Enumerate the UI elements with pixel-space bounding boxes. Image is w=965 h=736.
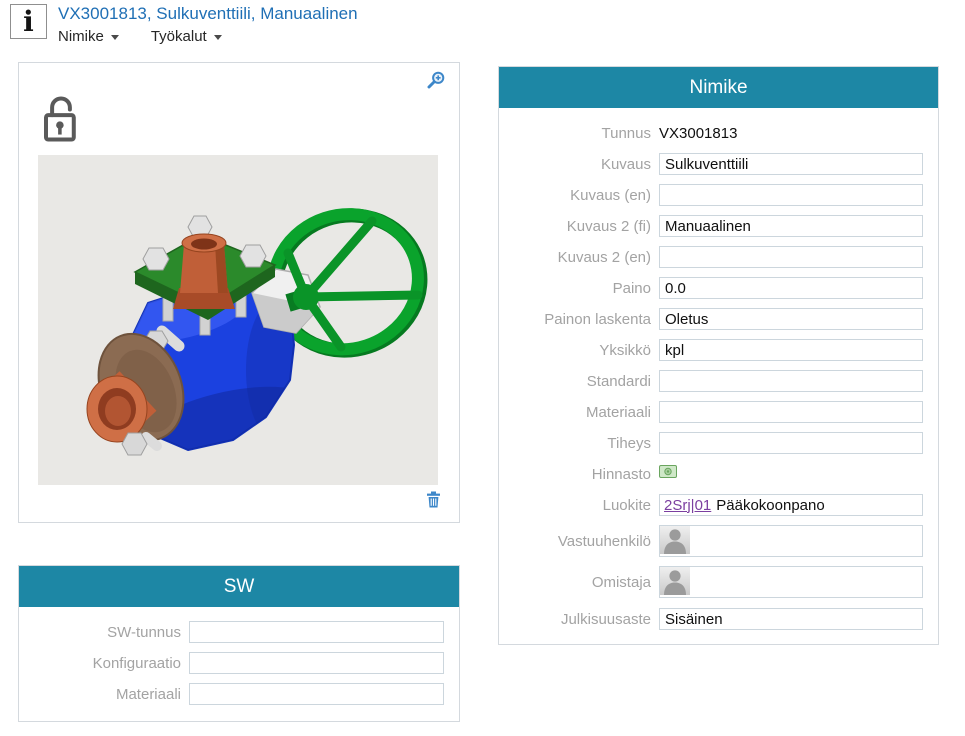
- nimike-panel-title: Nimike: [499, 67, 938, 108]
- kuvaus2-en-input[interactable]: [659, 246, 923, 268]
- standardi-label: Standardi: [505, 373, 651, 390]
- sw-panel: SW SW-tunnus Konfiguraatio Materiaali: [18, 565, 460, 722]
- field-row-yksikko: Yksikkö: [499, 339, 923, 361]
- hinnasto-label: Hinnasto: [505, 466, 651, 483]
- field-row-kuvaus2-fi: Kuvaus 2 (fi): [499, 215, 923, 237]
- field-row-sw-materiaali: Materiaali: [19, 683, 444, 705]
- nimike-panel: Nimike Tunnus VX3001813 Kuvaus Kuvaus (e…: [498, 66, 939, 645]
- valve-3d-view[interactable]: [38, 155, 438, 485]
- chevron-down-icon: [111, 35, 119, 40]
- field-row-konfiguraatio: Konfiguraatio: [19, 652, 444, 674]
- info-icon-letter: i: [23, 8, 34, 36]
- materiaali-label: Materiaali: [505, 404, 651, 421]
- paino-label: Paino: [505, 280, 651, 297]
- field-row-standardi: Standardi: [499, 370, 923, 392]
- avatar-icon: [660, 525, 690, 557]
- sw-tunnus-label: SW-tunnus: [26, 624, 181, 641]
- chevron-down-icon: [214, 35, 222, 40]
- sw-tunnus-input[interactable]: [189, 621, 444, 643]
- materiaali-input[interactable]: [659, 401, 923, 423]
- tiheys-label: Tiheys: [505, 435, 651, 452]
- menu-tyokalut-label: Työkalut: [151, 28, 207, 45]
- avatar-icon: [660, 566, 690, 598]
- painon-laskenta-label: Painon laskenta: [505, 311, 651, 328]
- luokite-label: Luokite: [505, 497, 651, 514]
- menu-nimike-label: Nimike: [58, 28, 104, 45]
- kuvaus2-en-label: Kuvaus 2 (en): [505, 249, 651, 266]
- sw-materiaali-label: Materiaali: [26, 686, 181, 703]
- tunnus-value: VX3001813: [659, 125, 737, 142]
- omistaja-label: Omistaja: [505, 574, 651, 591]
- image-panel: [18, 62, 460, 523]
- kuvaus2-fi-input[interactable]: [659, 215, 923, 237]
- painon-laskenta-input[interactable]: [659, 308, 923, 330]
- paino-input[interactable]: [659, 277, 923, 299]
- field-row-materiaali: Materiaali: [499, 401, 923, 423]
- kuvaus-en-label: Kuvaus (en): [505, 187, 651, 204]
- field-row-paino: Paino: [499, 277, 923, 299]
- sw-panel-title: SW: [19, 566, 459, 607]
- field-row-luokite: Luokite 2Srj|01 Pääkokoonpano: [499, 494, 923, 516]
- money-icon[interactable]: [659, 465, 677, 483]
- field-row-sw-tunnus: SW-tunnus: [19, 621, 444, 643]
- kuvaus-input[interactable]: [659, 153, 923, 175]
- field-row-vastuuhenkilo: Vastuuhenkilö: [499, 525, 923, 557]
- field-row-kuvaus2-en: Kuvaus 2 (en): [499, 246, 923, 268]
- luokite-text: Pääkokoonpano: [716, 497, 824, 514]
- julkisuusaste-label: Julkisuusaste: [505, 611, 651, 628]
- field-row-kuvaus: Kuvaus: [499, 153, 923, 175]
- zoom-in-icon[interactable]: [427, 71, 445, 92]
- omistaja-field[interactable]: [659, 566, 923, 598]
- page-title: VX3001813, Sulkuventtiili, Manuaalinen: [58, 4, 358, 24]
- field-row-julkisuusaste: Julkisuusaste: [499, 608, 923, 630]
- luokite-link[interactable]: 2Srj|01: [664, 497, 711, 514]
- field-row-omistaja: Omistaja: [499, 566, 923, 598]
- luokite-field: 2Srj|01 Pääkokoonpano: [659, 494, 923, 516]
- menubar: Nimike Työkalut: [58, 28, 222, 45]
- tiheys-input[interactable]: [659, 432, 923, 454]
- field-row-kuvaus-en: Kuvaus (en): [499, 184, 923, 206]
- kuvaus2-fi-label: Kuvaus 2 (fi): [505, 218, 651, 235]
- tunnus-label: Tunnus: [505, 125, 651, 142]
- field-row-tunnus: Tunnus VX3001813: [499, 122, 923, 144]
- julkisuusaste-input[interactable]: [659, 608, 923, 630]
- kuvaus-en-input[interactable]: [659, 184, 923, 206]
- field-row-hinnasto: Hinnasto: [499, 463, 923, 485]
- menu-tyokalut[interactable]: Työkalut: [151, 28, 222, 45]
- unlock-icon: [42, 94, 80, 149]
- standardi-input[interactable]: [659, 370, 923, 392]
- yksikko-input[interactable]: [659, 339, 923, 361]
- vastuuhenkilo-label: Vastuuhenkilö: [505, 533, 651, 550]
- valve-3d-model: [38, 155, 438, 485]
- field-row-tiheys: Tiheys: [499, 432, 923, 454]
- field-row-painon-laskenta: Painon laskenta: [499, 308, 923, 330]
- konfiguraatio-input[interactable]: [189, 652, 444, 674]
- vastuuhenkilo-field[interactable]: [659, 525, 923, 557]
- kuvaus-label: Kuvaus: [505, 156, 651, 173]
- sw-materiaali-input[interactable]: [189, 683, 444, 705]
- konfiguraatio-label: Konfiguraatio: [26, 655, 181, 672]
- trash-icon[interactable]: [426, 491, 441, 511]
- menu-nimike[interactable]: Nimike: [58, 28, 119, 45]
- yksikko-label: Yksikkö: [505, 342, 651, 359]
- info-icon: i: [10, 4, 47, 39]
